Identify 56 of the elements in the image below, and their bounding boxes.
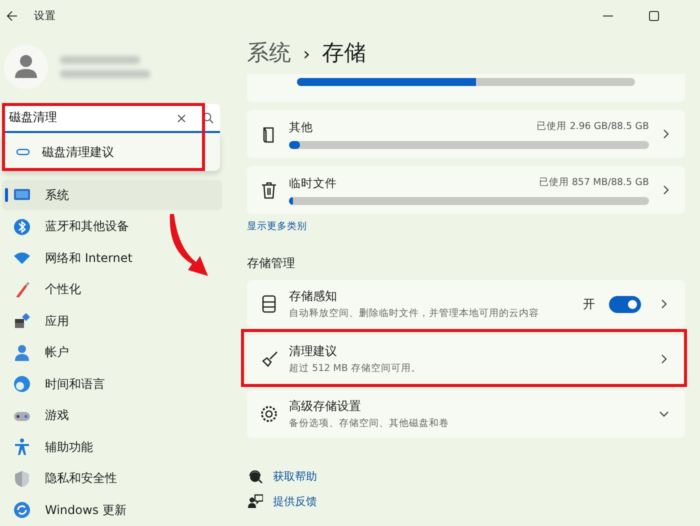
nav-item[interactable]: 时间和语言 [2,369,222,399]
storage-card[interactable]: 临时文件 已使用 857 MB/88.5 GB [247,166,685,214]
clear-icon[interactable] [177,114,186,123]
nav-item[interactable]: 系统 [2,180,222,210]
category-label: 临时文件 [289,176,337,190]
breadcrumb-separator: › [303,44,310,65]
nav-item[interactable]: 帐户 [2,338,222,368]
search-icon [202,112,214,124]
nav-item[interactable]: Windows 更新 [2,495,222,525]
category-label: 其他 [289,120,313,134]
toggle-state: 开 [583,296,595,312]
help-link[interactable]: 获取帮助 [273,468,317,484]
trash-icon [259,180,279,200]
storage-card[interactable] [247,74,685,102]
nav-icon [12,342,32,362]
nav-item[interactable]: 蓝牙和其他设备 [2,212,222,242]
usage-text: 已使用 2.96 GB/88.5 GB [536,120,649,134]
setting-title: 高级存储设置 [289,398,362,415]
nav-icon [12,311,32,331]
nav-item[interactable]: 辅助功能 [2,432,222,462]
nav-item[interactable]: 应用 [2,306,222,336]
feedback-icon [247,493,263,509]
setting-description: 自动释放空间、删除临时文件，并管理本地可用的云内容 [289,307,540,320]
nav-item[interactable]: 隐私和安全性 [2,464,222,494]
setting-title: 存储感知 [289,288,338,305]
setting-card[interactable]: 清理建议 超过 512 MB 存储空间可用。 [247,335,685,383]
setting-description: 备份选项、存储空间、其他磁盘和卷 [289,417,450,430]
nav-icon [12,468,32,488]
toggle-switch[interactable] [609,296,641,312]
breadcrumb-parent[interactable]: 系统 [247,38,291,68]
setting-description: 超过 512 MB 存储空间可用。 [289,362,422,375]
gear-icon [259,404,279,424]
nav-icon [12,500,32,520]
nav-item[interactable]: 游戏 [2,400,222,430]
storage-card[interactable]: 其他 已使用 2.96 GB/88.5 GB [247,110,685,158]
setting-title: 清理建议 [289,343,338,360]
nav-icon [12,374,32,394]
show-more-link[interactable]: 显示更多类别 [247,221,307,232]
usage-text: 已使用 857 MB/88.5 GB [538,176,649,190]
drive-icon [16,148,30,156]
nav-icon [12,216,32,236]
section-title: 存储管理 [247,255,296,272]
setting-card[interactable]: 存储感知 自动释放空间、删除临时文件，并管理本地可用的云内容 开 [247,280,685,328]
back-icon [6,10,18,22]
help-link[interactable]: 提供反馈 [273,494,317,508]
search-suggestion[interactable]: 磁盘清理建议 [2,133,220,171]
nav-icon [12,437,32,457]
nav-item[interactable]: 网络和 Internet [2,243,222,273]
help-icon [247,468,263,484]
search-field[interactable]: 磁盘清理 [2,104,220,133]
maximize-icon [648,10,660,22]
nav-item[interactable]: 个性化 [2,274,222,304]
setting-card[interactable]: 高级存储设置 备份选项、存储空间、其他磁盘和卷 [247,390,685,438]
window-title: 设置 [34,9,56,23]
broom-icon [259,349,279,369]
page-title: 存储 [322,40,366,68]
